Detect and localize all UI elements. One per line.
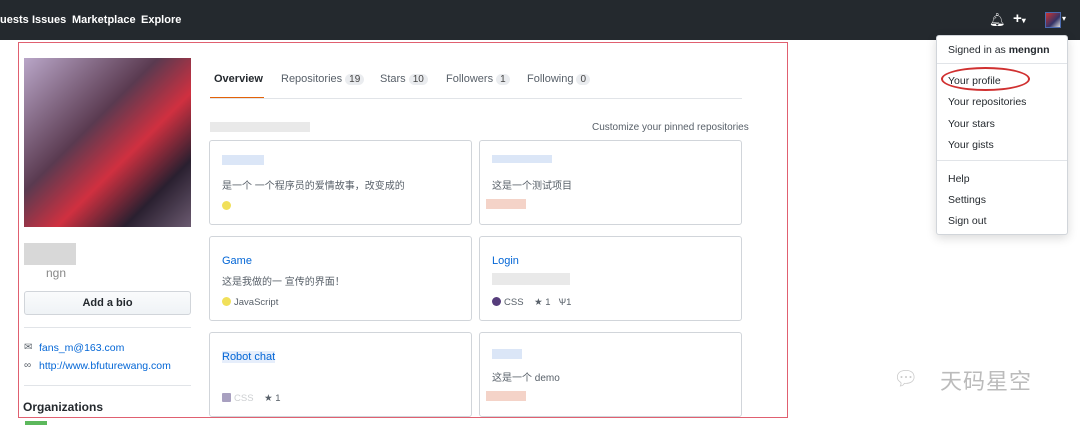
blurred-name	[24, 243, 76, 265]
menu-sign-out[interactable]: Sign out	[948, 215, 987, 227]
repo-title[interactable]: Game	[222, 255, 252, 267]
nav-marketplace[interactable]: Marketplace	[72, 14, 136, 26]
repo-description: 这是一个测试项目	[492, 181, 572, 192]
customize-pinned-link[interactable]: Customize your pinned repositories	[592, 122, 749, 133]
language-color-dot	[222, 297, 231, 306]
repo-title[interactable]: Login	[492, 255, 519, 267]
fork-count[interactable]: 1	[566, 297, 571, 308]
nav-pull-requests[interactable]: uests	[0, 14, 29, 26]
repo-title[interactable]	[492, 155, 552, 163]
menu-your-repositories[interactable]: Your repositories	[948, 96, 1026, 108]
pinned-repo-card: 这是一个 demo	[479, 332, 742, 417]
email-link[interactable]: fans_m@163.com	[39, 342, 124, 354]
language-color-dot	[222, 393, 231, 402]
repo-description: 这是我做的一 宣传的界面！	[222, 277, 345, 288]
repo-title[interactable]	[222, 155, 264, 165]
watermark: 天码星空	[940, 369, 1033, 394]
nav-issues[interactable]: Issues	[32, 14, 66, 26]
tab-following[interactable]: Following 0	[527, 73, 591, 85]
wechat-icon: 💬︎	[893, 368, 919, 390]
repo-title[interactable]: Robot chat	[222, 351, 276, 363]
pinned-repo-card: Login CSS ★ 1 Ѱ1	[479, 236, 742, 321]
language-color-dot	[222, 201, 231, 210]
link-icon: ∞	[24, 360, 32, 371]
repo-title[interactable]	[492, 349, 522, 359]
star-icon: ★	[534, 297, 543, 308]
avatar-dropdown[interactable]	[1045, 12, 1061, 28]
pinned-repo-card: 是一个 一个程序员的爱情故事，改变成的	[209, 140, 472, 225]
repo-language: JavaScript	[234, 297, 279, 308]
menu-settings[interactable]: Settings	[948, 194, 986, 206]
organizations-heading: Organizations	[23, 400, 104, 414]
pinned-repo-card: 这是一个测试项目	[479, 140, 742, 225]
blurred-pinned-heading	[210, 122, 310, 132]
language-color-dot	[486, 391, 526, 401]
profile-avatar[interactable]	[24, 58, 191, 227]
star-count[interactable]: 1	[275, 393, 280, 404]
mail-icon: ✉	[24, 342, 33, 353]
pinned-repo-card: Game 这是我做的一 宣传的界面！ JavaScript	[209, 236, 472, 321]
repo-description: 这是一个 demo	[492, 373, 560, 384]
bell-icon[interactable]: 🔔︎	[989, 12, 1006, 28]
repo-language: CSS	[234, 393, 254, 404]
nav-explore[interactable]: Explore	[141, 14, 181, 26]
repo-description	[492, 273, 570, 285]
tab-stars[interactable]: Stars 10	[380, 73, 428, 85]
tab-overview[interactable]: Overview	[214, 73, 263, 85]
pinned-repo-card: Robot chat CSS ★ 1	[209, 332, 472, 417]
plus-dropdown-icon[interactable]: +▾	[1013, 10, 1026, 27]
language-color-dot	[486, 199, 526, 209]
menu-your-gists[interactable]: Your gists	[948, 139, 994, 151]
user-dropdown-menu: Signed in as mengnn Your profile Your re…	[936, 35, 1068, 235]
add-bio-button[interactable]: Add a bio	[24, 291, 191, 315]
fork-icon: Ѱ	[558, 297, 567, 308]
website-link[interactable]: http://www.bfuturewang.com	[39, 360, 171, 372]
menu-your-stars[interactable]: Your stars	[948, 118, 995, 130]
caret-down-icon: ▾	[1062, 14, 1067, 23]
star-icon: ★	[264, 393, 273, 404]
signed-in-as: Signed in as mengnn	[948, 44, 1050, 56]
top-nav-bar: uests Issues Marketplace Explore 🔔︎ +▾ ▾	[0, 0, 1080, 40]
highlight-circle	[941, 67, 1030, 91]
language-color-dot	[492, 297, 501, 306]
tab-followers[interactable]: Followers 1	[446, 73, 510, 85]
username: ngn	[46, 266, 67, 280]
tab-repositories[interactable]: Repositories 19	[281, 73, 365, 85]
menu-help[interactable]: Help	[948, 173, 970, 185]
repo-description: 是一个 一个程序员的爱情故事，改变成的	[222, 181, 405, 192]
star-count[interactable]: 1	[545, 297, 550, 308]
repo-language: CSS	[504, 297, 524, 308]
organization-avatar[interactable]	[25, 421, 47, 425]
